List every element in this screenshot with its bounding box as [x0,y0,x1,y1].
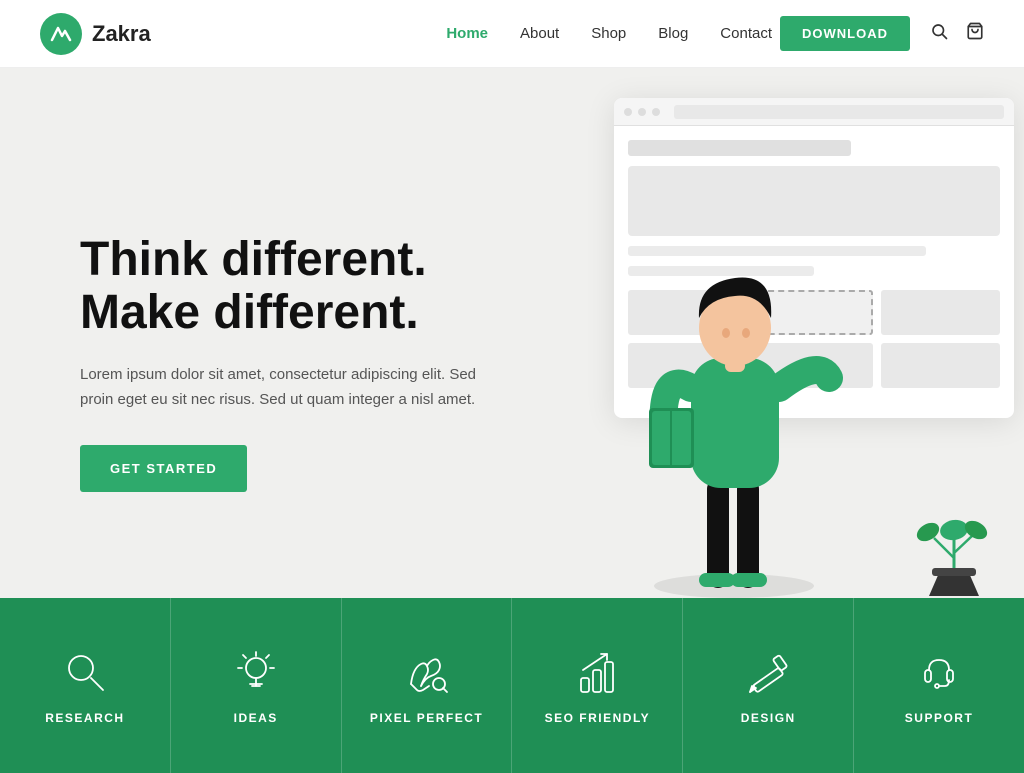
research-icon [60,647,110,697]
nav-links: Home About Shop Blog Contact [446,25,772,43]
research-label: RESEARCH [45,711,124,725]
support-label: SUPPORT [905,711,974,725]
browser-url-bar [674,105,1004,119]
plant-illustration [914,508,994,598]
cart-button[interactable] [966,22,984,45]
hero-description: Lorem ipsum dolor sit amet, consectetur … [80,362,500,413]
character-illustration [619,168,849,598]
browser-dot-3 [652,108,660,116]
search-button[interactable] [930,22,948,45]
feature-pixel-perfect[interactable]: PIXEL PERFECT [342,598,513,773]
browser-card-3 [881,290,1000,335]
browser-bar [614,98,1014,126]
pixel-perfect-label: PIXEL PERFECT [370,711,483,725]
feature-ideas[interactable]: IDEAS [171,598,342,773]
navbar: Zakra Home About Shop Blog Contact DOWNL… [0,0,1024,68]
design-label: DESIGN [741,711,796,725]
seo-friendly-icon [572,647,622,697]
nav-contact[interactable]: Contact [720,25,772,42]
browser-nav-placeholder [628,140,851,156]
logo[interactable]: Zakra [40,13,151,55]
download-button[interactable]: DOWNLOAD [780,16,910,51]
feature-design[interactable]: DESIGN [683,598,854,773]
nav-icon-group [930,22,984,45]
support-icon [914,647,964,697]
nav-blog[interactable]: Blog [658,25,688,42]
nav-home[interactable]: Home [446,25,488,42]
hero-content: Think different. Make different. Lorem i… [80,234,500,492]
design-icon [743,647,793,697]
browser-card-6 [881,343,1000,388]
get-started-button[interactable]: GET STARTED [80,445,247,492]
hero-title: Think different. Make different. [80,234,500,340]
nav-shop[interactable]: Shop [591,25,626,42]
browser-dot-2 [638,108,646,116]
pixel-perfect-icon [402,647,452,697]
seo-friendly-label: SEO FRIENDLY [545,711,651,725]
brand-name: Zakra [92,21,151,47]
browser-dot-1 [624,108,632,116]
feature-research[interactable]: RESEARCH [0,598,171,773]
ideas-icon [231,647,281,697]
ideas-label: IDEAS [234,711,278,725]
feature-support[interactable]: SUPPORT [854,598,1024,773]
features-bar: RESEARCH IDEAS [0,598,1024,773]
nav-about[interactable]: About [520,25,559,42]
hero-section: Think different. Make different. Lorem i… [0,68,1024,598]
feature-seo-friendly[interactable]: SEO FRIENDLY [512,598,683,773]
logo-icon [40,13,82,55]
